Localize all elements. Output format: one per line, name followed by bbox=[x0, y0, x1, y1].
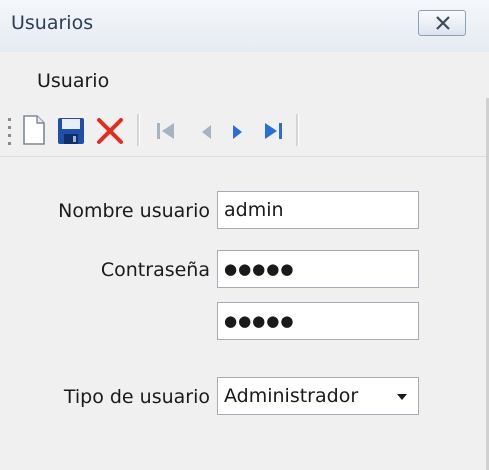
close-icon bbox=[436, 16, 450, 30]
previous-record-icon[interactable] bbox=[199, 123, 213, 141]
password-label: Contraseña bbox=[100, 259, 210, 281]
users-window: Usuarios Usuario Nombre usuario admin Co… bbox=[0, 0, 489, 470]
user-type-label: Tipo de usuario bbox=[63, 386, 210, 408]
username-label: Nombre usuario bbox=[58, 200, 210, 222]
window-title: Usuarios bbox=[11, 12, 94, 34]
first-record-icon[interactable] bbox=[155, 120, 177, 142]
password-input[interactable]: ●●●●● bbox=[217, 250, 419, 288]
next-record-icon[interactable] bbox=[231, 123, 245, 141]
title-bar: Usuarios bbox=[0, 0, 489, 53]
save-icon[interactable] bbox=[57, 117, 85, 145]
new-document-icon[interactable] bbox=[22, 114, 46, 146]
user-type-value: Administrador bbox=[224, 385, 359, 407]
password-confirm-input[interactable]: ●●●●● bbox=[217, 302, 419, 340]
username-input[interactable]: admin bbox=[217, 191, 419, 229]
toolbar-grip-icon[interactable] bbox=[8, 118, 12, 146]
chevron-down-icon bbox=[397, 394, 407, 400]
close-button[interactable] bbox=[418, 10, 466, 36]
toolbar-separator bbox=[296, 114, 299, 146]
user-type-select[interactable]: Administrador bbox=[217, 377, 419, 415]
last-record-icon[interactable] bbox=[262, 120, 284, 142]
delete-icon[interactable] bbox=[96, 117, 124, 145]
toolbar-separator bbox=[137, 114, 140, 146]
menu-item-usuario[interactable]: Usuario bbox=[37, 70, 109, 92]
